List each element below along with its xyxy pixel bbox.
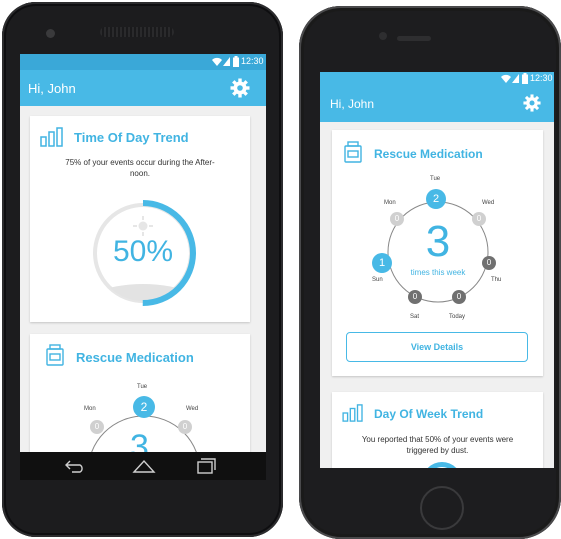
count-caption: times this week [410, 268, 466, 277]
day-label: Sat [410, 314, 420, 320]
day-count: 0 [182, 422, 188, 431]
day-label: Sun [372, 277, 383, 283]
time-of-day-card[interactable]: Time Of Day Trend 75% of your events occ… [30, 116, 250, 322]
android-status-bar: 12:30 [20, 54, 266, 70]
day-label: Today [449, 314, 466, 320]
day-label: Wed [186, 406, 199, 412]
status-time: 12:30 [241, 56, 264, 66]
day-count: 2 [140, 400, 148, 414]
gauge-percent-label: 50% [112, 235, 174, 268]
day-count: 0 [412, 292, 418, 301]
signal-icon [512, 74, 519, 83]
iphone-speaker [397, 36, 431, 41]
status-time: 12:30 [530, 73, 553, 83]
gear-icon[interactable] [230, 78, 250, 98]
card-subtitle: You reported that 50% of your events wer… [332, 434, 543, 456]
iphone-home-button[interactable] [420, 486, 464, 530]
wifi-icon [501, 74, 511, 83]
card-title: Rescue Medication [374, 147, 483, 161]
weekly-count: 3 [425, 217, 451, 266]
signal-icon [223, 57, 230, 66]
battery-icon [233, 56, 239, 67]
day-label: Thu [491, 277, 502, 283]
day-bubble-today[interactable]: 0 [452, 290, 466, 304]
back-icon[interactable] [64, 459, 86, 473]
day-count: 2 [432, 193, 440, 205]
medicine-bottle-icon [344, 141, 362, 163]
home-icon[interactable] [132, 458, 156, 474]
android-nav-bar [20, 452, 266, 480]
day-label: Mon [84, 406, 96, 412]
iphone-app-bar: Hi, John [320, 86, 554, 122]
iphone-screen: 12:30 Hi, John Rescue Medication 2 Tue 0… [320, 72, 554, 468]
subtitle-line: triggered by dust. [406, 446, 469, 455]
day-bubble-mon[interactable]: 0 [90, 420, 104, 434]
subtitle-line: You reported that 50% of your events wer… [361, 435, 514, 444]
dow-gauge-arc [422, 462, 462, 468]
day-label: Tue [137, 384, 148, 390]
android-front-camera [46, 29, 55, 38]
wifi-icon [212, 57, 222, 66]
bar-chart-icon [40, 127, 63, 147]
card-subtitle: 75% of your events occur during the Afte… [30, 157, 250, 179]
bar-chart-icon [342, 404, 363, 422]
card-title: Time Of Day Trend [74, 130, 189, 145]
card-title: Day Of Week Trend [374, 407, 484, 421]
day-bubble-tue[interactable]: 2 [426, 189, 446, 209]
greeting-title: Hi, John [330, 97, 375, 111]
rescue-medication-card[interactable]: Rescue Medication 2 Tue 0 Mon 0 Wed 1 Su… [332, 130, 543, 376]
battery-icon [522, 73, 528, 84]
day-count: 0 [94, 422, 100, 431]
android-screen: 12:30 Hi, John Time Of Day Trend 75% of … [20, 54, 266, 480]
android-speaker-grille [100, 27, 174, 37]
day-count: 0 [456, 292, 462, 301]
subtitle-line: 75% of your events occur during the Afte… [65, 158, 215, 167]
day-bubble-sat[interactable]: 0 [408, 290, 422, 304]
android-app-bar: Hi, John [20, 70, 266, 106]
day-bubble-tue[interactable]: 2 [133, 396, 155, 418]
card-title: Rescue Medication [76, 350, 194, 365]
view-details-button[interactable]: View Details [346, 332, 528, 362]
day-bubble-wed[interactable]: 0 [178, 420, 192, 434]
greeting-title: Hi, John [28, 81, 76, 96]
iphone-front-camera [379, 32, 387, 40]
subtitle-line: noon. [129, 169, 151, 178]
iphone-status-bar: 12:30 [320, 72, 554, 86]
recent-apps-icon[interactable] [196, 458, 216, 474]
day-label: Mon [384, 200, 396, 206]
day-of-week-card[interactable]: Day Of Week Trend You reported that 50% … [332, 392, 543, 468]
day-label: Wed [482, 200, 495, 206]
medicine-bottle-icon [46, 344, 64, 366]
day-label: Tue [430, 176, 441, 182]
gear-icon[interactable] [523, 94, 541, 112]
